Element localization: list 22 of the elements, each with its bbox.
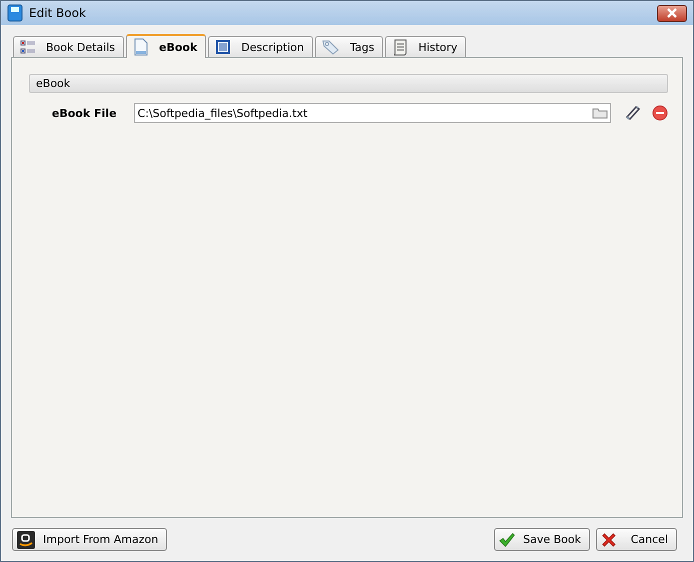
close-button[interactable] — [657, 4, 687, 22]
text-page-icon — [215, 39, 232, 55]
tab[interactable]: eBook — [126, 34, 206, 58]
tab[interactable]: History — [385, 36, 466, 57]
save-button[interactable]: Save Book — [494, 528, 590, 551]
cancel-button[interactable]: Cancel — [596, 528, 677, 551]
book-icon — [7, 4, 23, 22]
tag-icon — [322, 39, 340, 55]
checkmark-icon — [499, 530, 516, 548]
section-header: eBook — [29, 74, 668, 93]
tab[interactable]: Book Details — [13, 36, 124, 57]
tab[interactable]: Tags — [314, 36, 384, 57]
field-label: eBook File — [50, 106, 117, 120]
window-title: Edit Book — [29, 6, 87, 20]
file-path-field[interactable]: C:\Softpedia_files\Softpedia.txt — [134, 103, 611, 123]
document-icon — [133, 38, 150, 56]
list-icon — [20, 39, 36, 55]
cross-icon — [601, 530, 617, 548]
close-icon — [666, 8, 678, 18]
remove-icon[interactable] — [652, 105, 668, 121]
tab[interactable]: Description — [208, 36, 313, 57]
import-button[interactable]: Import From Amazon — [12, 528, 168, 551]
